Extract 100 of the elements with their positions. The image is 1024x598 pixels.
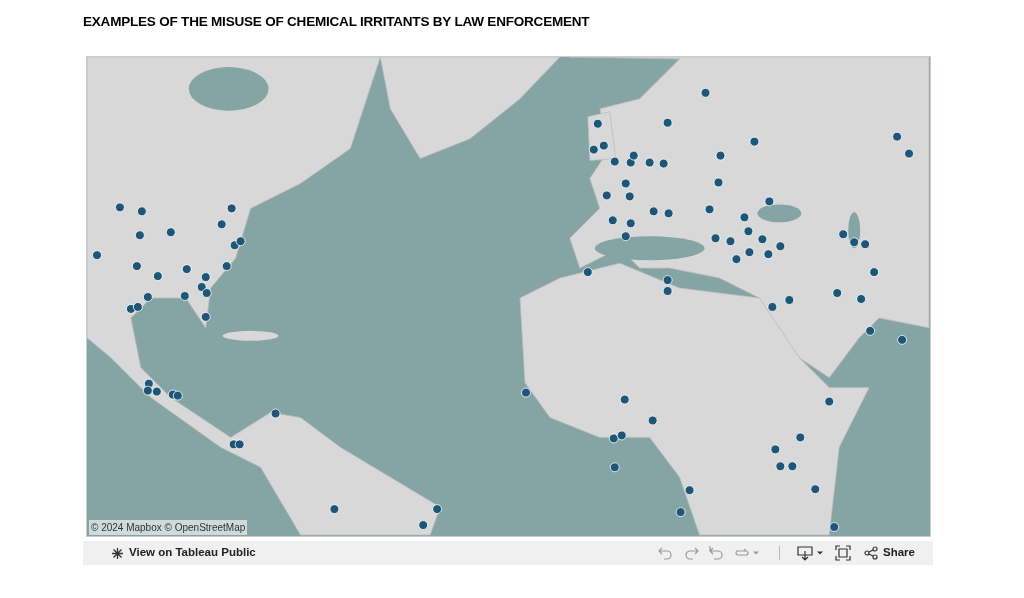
- map-marker[interactable]: [126, 304, 136, 314]
- map-marker[interactable]: [764, 196, 775, 207]
- map-marker[interactable]: [418, 520, 429, 530]
- map-marker[interactable]: [892, 131, 902, 142]
- map-marker[interactable]: [608, 433, 619, 444]
- map-marker[interactable]: [860, 239, 871, 250]
- map-marker[interactable]: [592, 118, 603, 129]
- chart-title: EXAMPLES OF THE MISUSE OF CHEMICAL IRRITANTS BY LAW ENFORCEMENT: [83, 13, 591, 31]
- map-marker[interactable]: [137, 206, 147, 217]
- map-marker[interactable]: [200, 312, 211, 322]
- map-marker[interactable]: [904, 148, 914, 159]
- map-marker[interactable]: [521, 387, 531, 398]
- map-marker[interactable]: [795, 432, 806, 443]
- map-marker[interactable]: [658, 158, 669, 169]
- map-marker[interactable]: [787, 461, 798, 472]
- map-marker[interactable]: [775, 241, 786, 252]
- map-marker[interactable]: [684, 485, 695, 496]
- map-marker[interactable]: [172, 390, 183, 401]
- map-marker[interactable]: [609, 462, 620, 473]
- map-marker[interactable]: [216, 219, 227, 230]
- fullscreen-icon: [835, 545, 852, 561]
- map-marker[interactable]: [152, 271, 163, 281]
- map-marker[interactable]: [142, 292, 153, 302]
- map-marker[interactable]: [832, 288, 843, 298]
- map-marker[interactable]: [235, 236, 246, 247]
- map-marker[interactable]: [715, 150, 726, 161]
- map-marker[interactable]: [609, 156, 620, 167]
- map-marker[interactable]: [784, 295, 795, 305]
- map-marker[interactable]: [625, 157, 636, 168]
- map-marker[interactable]: [763, 249, 774, 260]
- map-marker[interactable]: [132, 261, 142, 271]
- map-marker[interactable]: [624, 191, 635, 202]
- map-marker[interactable]: [181, 264, 192, 274]
- map-marker[interactable]: [725, 236, 736, 247]
- map-marker[interactable]: [628, 150, 639, 161]
- map-marker[interactable]: [601, 190, 612, 201]
- map-marker[interactable]: [662, 275, 673, 285]
- map-marker[interactable]: [647, 415, 658, 426]
- map-marker[interactable]: [432, 504, 443, 514]
- fullscreen-button[interactable]: [835, 545, 852, 561]
- revert-icon: [708, 545, 725, 561]
- map-marker[interactable]: [648, 206, 659, 217]
- map-marker[interactable]: [704, 204, 715, 215]
- map-marker[interactable]: [135, 230, 145, 241]
- map-marker[interactable]: [662, 286, 673, 296]
- map-marker[interactable]: [234, 439, 245, 450]
- tableau-logo-icon: [111, 546, 124, 560]
- map-marker[interactable]: [588, 144, 599, 155]
- map-marker[interactable]: [133, 302, 143, 312]
- map-marker[interactable]: [757, 234, 768, 245]
- share-icon: [864, 546, 879, 560]
- map-marker[interactable]: [151, 386, 162, 397]
- map-marker[interactable]: [663, 208, 674, 219]
- map-marker[interactable]: [897, 334, 907, 345]
- map-marker[interactable]: [770, 444, 781, 455]
- map-marker[interactable]: [869, 267, 879, 277]
- map-marker[interactable]: [829, 522, 840, 532]
- map-marker[interactable]: [767, 302, 778, 312]
- view-on-tableau-link[interactable]: View on Tableau Public: [111, 544, 256, 562]
- map-marker[interactable]: [856, 294, 867, 304]
- map-marker[interactable]: [226, 203, 237, 214]
- share-button[interactable]: Share: [864, 544, 915, 562]
- map-marker[interactable]: [620, 231, 631, 242]
- map-marker[interactable]: [713, 177, 724, 188]
- map-marker[interactable]: [620, 178, 631, 189]
- map-marker[interactable]: [115, 202, 125, 213]
- map-marker[interactable]: [598, 140, 609, 151]
- map-marker[interactable]: [582, 267, 593, 277]
- map-marker[interactable]: [200, 272, 211, 282]
- map-marker[interactable]: [743, 226, 754, 237]
- map-marker[interactable]: [865, 326, 876, 336]
- map-marker[interactable]: [142, 385, 153, 396]
- map-marker[interactable]: [838, 229, 849, 240]
- map-marker[interactable]: [710, 233, 721, 244]
- map-marker[interactable]: [744, 247, 755, 258]
- map-marker[interactable]: [607, 215, 618, 226]
- map-marker[interactable]: [329, 504, 340, 514]
- map-marker[interactable]: [749, 136, 760, 147]
- map-marker[interactable]: [700, 87, 711, 98]
- map-marker[interactable]: [739, 212, 750, 223]
- map-marker[interactable]: [775, 461, 786, 472]
- map-marker[interactable]: [675, 507, 686, 517]
- map-marker[interactable]: [824, 396, 835, 407]
- map-marker[interactable]: [731, 254, 742, 265]
- map-marker[interactable]: [625, 218, 636, 229]
- map-marker[interactable]: [619, 394, 630, 405]
- map-marker[interactable]: [644, 157, 655, 168]
- download-button[interactable]: [797, 545, 814, 561]
- map-marker[interactable]: [196, 282, 207, 292]
- map-marker[interactable]: [221, 261, 232, 271]
- map-attribution: © 2024 Mapbox © OpenStreetMap: [89, 520, 248, 535]
- map-marker[interactable]: [849, 237, 860, 248]
- map-marker[interactable]: [270, 408, 281, 419]
- map-marker[interactable]: [662, 117, 673, 128]
- map-marker[interactable]: [616, 430, 627, 441]
- map-marker[interactable]: [179, 291, 190, 301]
- map-marker[interactable]: [92, 250, 102, 261]
- map-marker[interactable]: [165, 227, 176, 238]
- map-marker[interactable]: [201, 288, 212, 298]
- map-marker[interactable]: [810, 484, 821, 495]
